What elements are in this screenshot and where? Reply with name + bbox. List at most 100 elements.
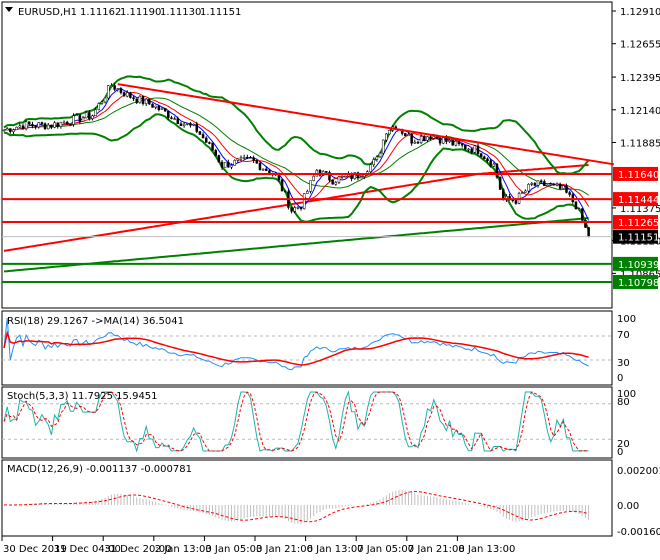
- candle-body: [483, 156, 486, 160]
- candle-body: [236, 158, 240, 161]
- candle-body: [479, 153, 483, 158]
- close-value: 1.11151: [200, 7, 241, 18]
- candle-body: [195, 123, 199, 132]
- candle-body: [562, 185, 565, 189]
- candle-body: [40, 122, 44, 124]
- time-label: 2 Jan 13:00: [155, 544, 212, 555]
- candle-body: [378, 152, 382, 158]
- collapse-triangle-icon[interactable]: [5, 7, 13, 12]
- candle-body: [46, 124, 50, 130]
- candle-body: [381, 139, 385, 154]
- candle-body: [429, 136, 432, 139]
- level-badge-text: 1.11640: [618, 170, 659, 181]
- candle-body: [160, 108, 164, 110]
- candle-body: [464, 144, 467, 150]
- candle-body: [230, 165, 233, 168]
- candle-body: [359, 176, 363, 179]
- candle-body: [306, 191, 309, 194]
- open-value: 1.11162: [80, 7, 121, 18]
- rsi-level-30: 30: [617, 358, 630, 369]
- chart-window[interactable]: 1.12910 1.12655 1.12395 1.12140 1.11885 1.113…: [0, 0, 660, 560]
- candle-body: [438, 137, 442, 144]
- candle-body: [217, 155, 221, 163]
- candle-body: [167, 110, 170, 118]
- candle-body: [413, 141, 417, 144]
- candle-body: [214, 150, 217, 156]
- candle-body: [132, 97, 135, 100]
- candle-body: [122, 92, 126, 97]
- candle-body: [454, 140, 458, 146]
- candle-body: [75, 114, 78, 116]
- macd-level-min: -0.001602: [617, 527, 660, 538]
- candle-body: [56, 122, 59, 127]
- candle-body: [312, 175, 315, 181]
- candle-body: [296, 206, 300, 209]
- stoch-level-80: 80: [617, 397, 630, 408]
- time-label: 3 Jan 05:00: [205, 544, 262, 555]
- candle-body: [489, 160, 492, 167]
- candle-body: [344, 175, 347, 178]
- candle-body: [558, 184, 562, 189]
- candle-body: [43, 123, 47, 130]
- candle-body: [265, 168, 268, 171]
- level-badge-text: 1.10939: [618, 260, 659, 271]
- candle-body: [84, 112, 88, 119]
- chart-canvas[interactable]: 1.129101.126551.123951.121401.118851.113…: [0, 0, 660, 560]
- price-tick-label: 1.12655: [620, 40, 660, 51]
- candle-body: [220, 161, 224, 168]
- candle-body: [119, 88, 123, 93]
- candle-body: [239, 157, 243, 160]
- candle-body: [113, 85, 116, 90]
- level-badge-text: 1.11265: [618, 218, 659, 229]
- candle-body: [290, 207, 293, 212]
- candle-body: [530, 183, 533, 185]
- time-label: 3 Jan 21:00: [256, 544, 313, 555]
- candle-body: [340, 176, 344, 178]
- candle-body: [15, 126, 18, 131]
- candle-body: [151, 103, 154, 108]
- candle-body: [135, 98, 138, 103]
- candle-body: [170, 117, 173, 120]
- candle-body: [473, 145, 477, 153]
- candle-body: [441, 137, 445, 144]
- candle-body: [498, 176, 502, 190]
- candle-body: [59, 121, 63, 127]
- candle-body: [50, 124, 53, 128]
- candle-body: [252, 157, 255, 161]
- candle-body: [91, 115, 94, 119]
- candle-body: [520, 192, 524, 194]
- candle-body: [407, 134, 410, 137]
- candle-body: [246, 156, 249, 159]
- candle-body: [280, 179, 284, 192]
- main-panel-frame: [1, 1, 613, 309]
- candle-body: [81, 117, 85, 122]
- macd-level-max: 0.002001: [617, 466, 660, 477]
- candle-body: [233, 160, 236, 166]
- candle-body: [527, 184, 530, 192]
- candle-body: [533, 183, 537, 186]
- candle-body: [476, 145, 480, 154]
- level-badge-text: 1.11444: [618, 195, 659, 206]
- candle-body: [337, 176, 341, 183]
- candle-body: [334, 182, 338, 185]
- candle-body: [72, 115, 75, 125]
- candle-body: [451, 140, 454, 146]
- candle-body: [37, 122, 41, 128]
- candle-body: [242, 156, 246, 159]
- candle-body: [539, 180, 543, 183]
- candle-body: [581, 208, 584, 221]
- candle-body: [198, 131, 202, 135]
- candle-body: [107, 85, 110, 99]
- candle-body: [448, 140, 451, 142]
- candle-body: [536, 180, 540, 186]
- candle-body: [385, 133, 388, 141]
- candle-body: [138, 95, 142, 103]
- candle-body: [249, 157, 252, 159]
- candle-body: [302, 193, 306, 209]
- candle-body: [141, 95, 145, 104]
- candle-body: [426, 136, 429, 141]
- candle-body: [12, 129, 15, 133]
- candle-body: [227, 161, 230, 168]
- candle-body: [577, 208, 581, 210]
- candle-body: [204, 137, 208, 143]
